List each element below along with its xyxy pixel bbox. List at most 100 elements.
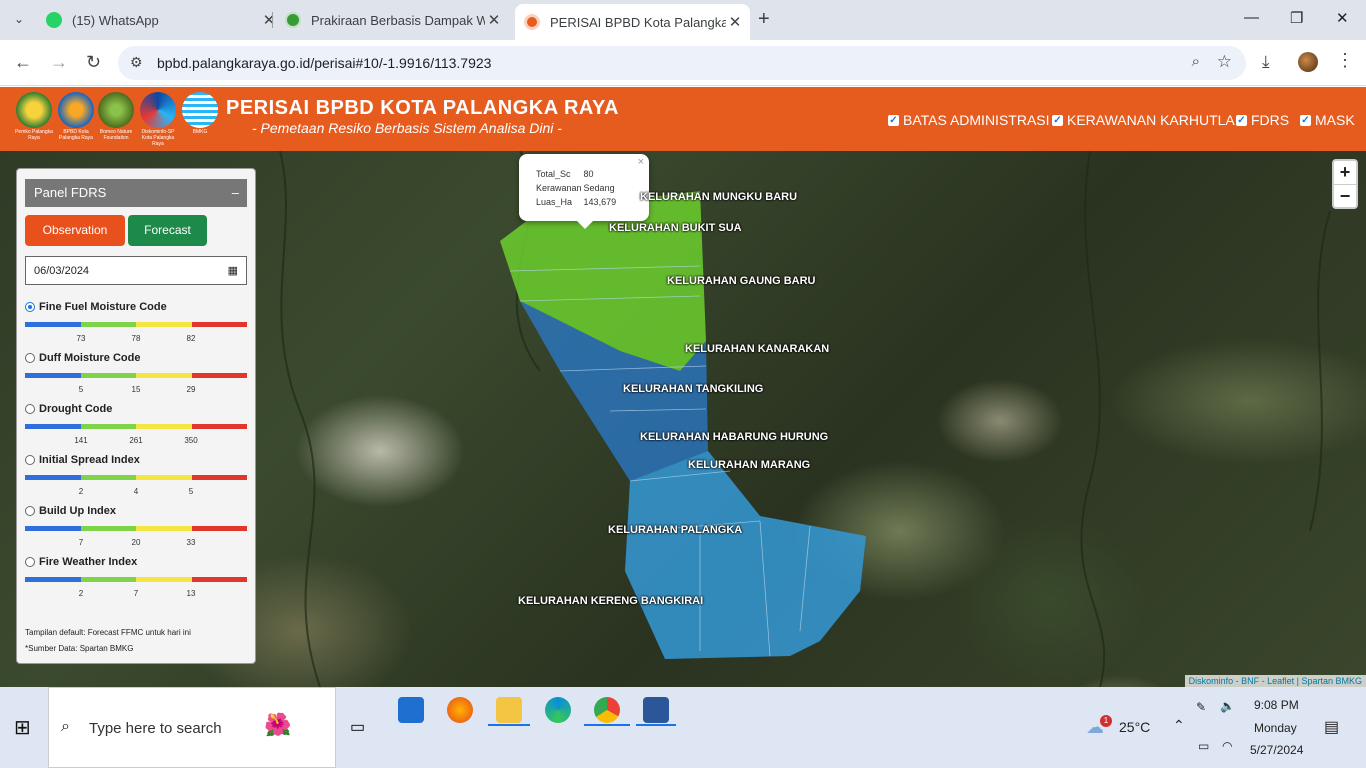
calendar-icon[interactable]: ▦	[228, 264, 238, 277]
close-tab-icon[interactable]: ✕	[260, 11, 278, 29]
scale-segment	[80, 577, 136, 582]
mail-icon[interactable]	[398, 697, 424, 723]
popup-table: Total_Sc 80 Kerawanan Sedang Luas_Ha 143,67…	[535, 167, 617, 209]
tab-search-icon[interactable]: ⌄	[14, 12, 24, 26]
map-label-habarung-hurung: KELURAHAN HABARUNG HURUNG	[640, 431, 829, 443]
word-icon[interactable]	[643, 697, 669, 723]
clock-date[interactable]: 5/27/2024	[1250, 743, 1303, 757]
menu-kebab-icon[interactable]: ⋮	[1336, 50, 1354, 71]
whatsapp-icon	[46, 12, 62, 28]
pen-icon[interactable]: ✎	[1196, 700, 1206, 714]
windows-start-icon[interactable]: ⊞	[14, 715, 31, 740]
wifi-icon[interactable]: ◠	[1222, 739, 1232, 753]
layer-toggle-kerawanan[interactable]: ✓ KERAWANAN KARHUTLA	[1052, 112, 1235, 128]
layer-toggle-mask[interactable]: ✓ MASK	[1300, 112, 1355, 128]
notification-icon[interactable]: ▤	[1324, 717, 1339, 737]
forward-icon[interactable]: →	[50, 52, 68, 73]
battery-icon[interactable]: ▭	[1198, 739, 1209, 753]
tab-perisai[interactable]: PERISAI BPBD Kota Palangka Ra ✕	[515, 4, 750, 40]
forecast-button[interactable]: Forecast	[128, 215, 207, 246]
logo-caption: Diskominfo-SP Kota Palangka Raya	[141, 129, 175, 147]
layer-toggle-fdrs[interactable]: ✓ FDRS	[1236, 112, 1289, 128]
zoom-out-button[interactable]: −	[1334, 185, 1356, 209]
omnibox[interactable]: ⚙ bpbd.palangkaraya.go.id/perisai#10/-1.…	[118, 46, 1246, 80]
scale-segment	[80, 475, 136, 480]
popup-key: Total_Sc	[536, 169, 571, 179]
map-label-mungku-baru: KELURAHAN MUNGKU BARU	[640, 191, 798, 203]
close-tab-icon[interactable]: ✕	[485, 11, 503, 29]
clock-time[interactable]: 9:08 PM	[1254, 698, 1299, 712]
scale-tick: 20	[131, 538, 141, 547]
site-subtitle: - Pemetaan Resiko Berbasis Sistem Analis…	[252, 120, 562, 136]
reload-icon[interactable]: ↻	[86, 52, 101, 73]
hidden-icons-chevron-icon[interactable]: ⌃	[1173, 717, 1185, 734]
radio-button[interactable]	[25, 506, 35, 516]
profile-avatar[interactable]	[1298, 52, 1318, 72]
download-icon[interactable]: ⤓	[1262, 52, 1270, 72]
firefox-icon[interactable]	[447, 697, 473, 723]
scale-segment	[25, 577, 81, 582]
radio-button[interactable]	[25, 404, 35, 414]
address-toolbar: ← → ↻ ⚙ bpbd.palangkaraya.go.id/perisai#…	[0, 40, 1366, 86]
checkbox-checked-icon[interactable]: ✓	[1052, 114, 1063, 126]
radio-button[interactable]	[25, 353, 35, 363]
back-icon[interactable]: ←	[14, 52, 32, 73]
scale-tick: 2	[78, 487, 84, 496]
scale-tick: 5	[188, 487, 194, 496]
tab-whatsapp[interactable]: (15) WhatsApp ✕	[46, 0, 278, 40]
logo-caption: Pemko Palangka Raya	[15, 129, 53, 141]
scale-tick: 350	[184, 436, 198, 445]
volume-icon[interactable]: 🔈	[1220, 699, 1235, 713]
checkbox-checked-icon[interactable]: ✓	[888, 114, 899, 126]
index-label: Fine Fuel Moisture Code	[39, 301, 167, 313]
date-input[interactable]: 06/03/2024 ▦	[25, 256, 247, 285]
weather-temp[interactable]: 25°C	[1119, 719, 1150, 735]
scale-tick: 13	[186, 589, 196, 598]
site-info-icon[interactable]: ⚙	[130, 54, 143, 71]
index-label: Build Up Index	[39, 505, 116, 517]
checkbox-checked-icon[interactable]: ✓	[1300, 114, 1311, 126]
scale-segment	[136, 577, 192, 582]
bookmark-star-icon[interactable]: ☆	[1217, 52, 1232, 72]
layer-label: MASK	[1315, 112, 1355, 128]
close-window-icon[interactable]: ✕	[1336, 9, 1349, 27]
scale-tick: 29	[186, 385, 196, 394]
map-view[interactable]: × Total_Sc 80 Kerawanan Sedang Luas_Ha 143,…	[0, 151, 1366, 687]
layer-toggle-batas[interactable]: ✓ BATAS ADMINISTRASI	[888, 112, 1050, 128]
zoom-in-button[interactable]: +	[1334, 161, 1356, 185]
scale-segment	[191, 322, 247, 327]
index-color-scale	[25, 475, 247, 480]
site-header: Pemko Palangka Raya BPBD Kota Palangka R…	[0, 87, 1366, 151]
zoom-icon[interactable]: ⌕	[1192, 53, 1200, 70]
map-attribution[interactable]: Diskominfo - BNF - Leaflet | Spartan BMK…	[1184, 675, 1366, 687]
panel-minimize-button[interactable]: –	[232, 179, 239, 207]
fdrs-panel: Panel FDRS – Observation Forecast 06/03/…	[16, 168, 256, 664]
popup-tip	[577, 221, 593, 229]
url-text[interactable]: bpbd.palangkaraya.go.id/perisai#10/-1.99…	[157, 55, 491, 71]
layer-label: BATAS ADMINISTRASI	[903, 112, 1050, 128]
scale-segment	[191, 424, 247, 429]
edge-icon[interactable]	[545, 697, 571, 723]
scale-segment	[25, 526, 81, 531]
scale-tick: 15	[131, 385, 141, 394]
new-tab-button[interactable]: +	[758, 8, 770, 31]
scale-segment	[25, 322, 81, 327]
scale-segment	[25, 424, 81, 429]
popup-key: Kerawanan	[536, 183, 582, 193]
scale-tick: 5	[78, 385, 84, 394]
close-popup-icon[interactable]: ×	[638, 156, 644, 168]
checkbox-checked-icon[interactable]: ✓	[1236, 114, 1247, 126]
close-tab-icon[interactable]: ✕	[726, 13, 744, 31]
restore-window-icon[interactable]: ❐	[1290, 9, 1303, 27]
clock-day[interactable]: Monday	[1254, 721, 1297, 735]
minimize-window-icon[interactable]: —	[1244, 9, 1259, 26]
taskbar-search-box[interactable]: ⌕ Type here to search 🌺	[48, 687, 336, 768]
radio-button[interactable]	[25, 302, 35, 312]
tab-prakiraan[interactable]: Prakiraan Berbasis Dampak Wil ✕	[285, 0, 503, 40]
observation-button[interactable]: Observation	[25, 215, 125, 246]
radio-button[interactable]	[25, 455, 35, 465]
file-explorer-icon[interactable]	[496, 697, 522, 723]
chrome-icon[interactable]	[594, 697, 620, 723]
task-view-icon[interactable]: ▭	[350, 717, 365, 737]
radio-button[interactable]	[25, 557, 35, 567]
